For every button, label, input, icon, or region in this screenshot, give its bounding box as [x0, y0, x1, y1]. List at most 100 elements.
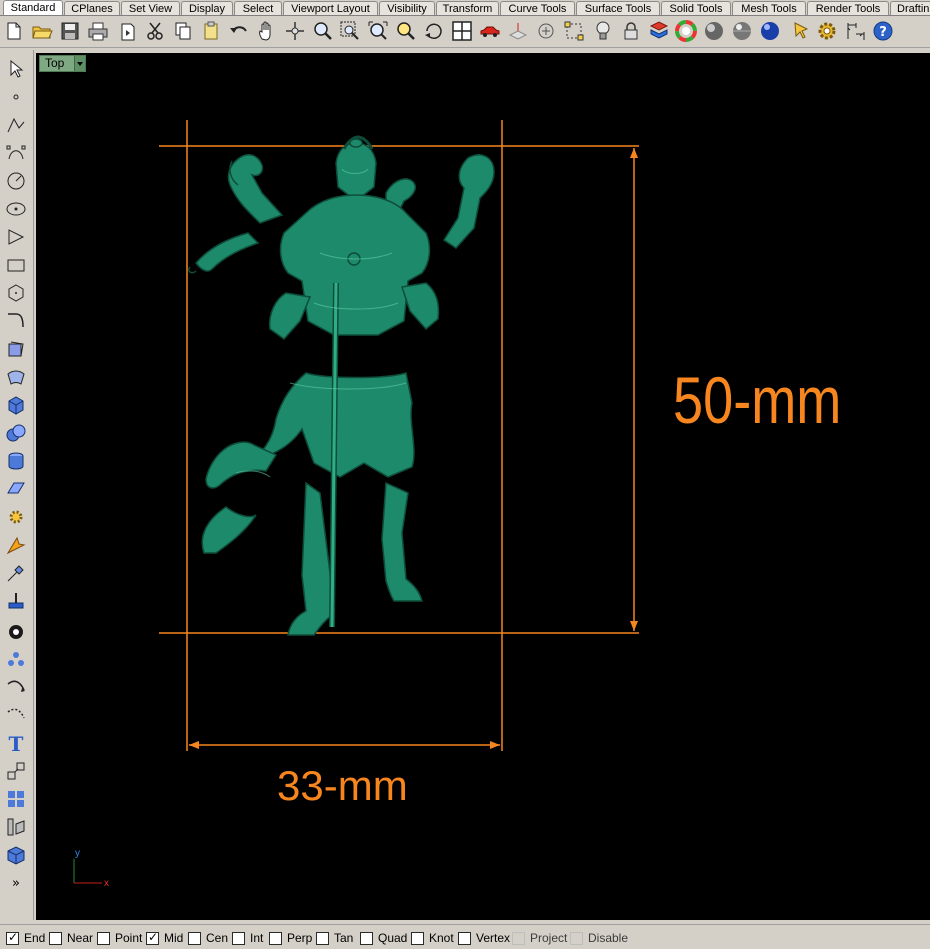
polyline-icon[interactable]: [5, 114, 27, 136]
tab-render-tools[interactable]: Render Tools: [807, 1, 889, 15]
cylinder-icon[interactable]: [5, 450, 27, 472]
snap-cen-checkbox[interactable]: [188, 932, 201, 945]
move-view-icon[interactable]: [284, 20, 306, 42]
tab-standard[interactable]: Standard: [3, 0, 63, 15]
group-icon[interactable]: [5, 676, 27, 698]
new-file-icon[interactable]: [3, 20, 25, 42]
snap-disable[interactable]: Disable: [570, 931, 630, 946]
surface-icon[interactable]: [5, 366, 27, 388]
cplane-icon[interactable]: [507, 20, 529, 42]
control-points-icon[interactable]: [5, 142, 27, 164]
snap-int[interactable]: Int: [232, 931, 266, 946]
undo-icon[interactable]: [228, 20, 250, 42]
snap-mid[interactable]: Mid: [146, 930, 184, 946]
snap-knot[interactable]: Knot: [411, 931, 454, 946]
solid-box-icon[interactable]: [5, 844, 27, 866]
tab-mesh-tools[interactable]: Mesh Tools: [732, 1, 806, 15]
select-arrow-icon[interactable]: [5, 58, 27, 80]
curve-icon[interactable]: [5, 310, 27, 332]
curve-from-objects-icon[interactable]: [5, 338, 27, 360]
open-file-icon[interactable]: [31, 20, 53, 42]
arc-icon[interactable]: [5, 226, 27, 248]
box-icon[interactable]: [5, 394, 27, 416]
tab-viewport-layout[interactable]: Viewport Layout: [283, 1, 378, 15]
snap-point-checkbox[interactable]: [97, 932, 110, 945]
snap-int-checkbox[interactable]: [232, 932, 245, 945]
polygon-icon[interactable]: [5, 282, 27, 304]
zoom-selected-icon[interactable]: [395, 20, 417, 42]
tab-drafting[interactable]: Draftin: [890, 1, 930, 15]
extend-icon[interactable]: [5, 562, 27, 584]
point-icon[interactable]: [5, 86, 27, 108]
tab-display[interactable]: Display: [181, 1, 233, 15]
car-view-icon[interactable]: [479, 20, 501, 42]
rectangle-icon[interactable]: [5, 254, 27, 276]
more-tools-icon[interactable]: »: [5, 872, 27, 894]
planar-surface-icon[interactable]: [5, 478, 27, 500]
rotate-view-icon[interactable]: [423, 20, 445, 42]
named-positions-icon[interactable]: [563, 20, 585, 42]
help-icon[interactable]: ?: [872, 20, 894, 42]
pointer-options-icon[interactable]: [791, 20, 813, 42]
four-viewports-icon[interactable]: [451, 20, 473, 42]
zoom-extents-icon[interactable]: [367, 20, 389, 42]
ellipse-icon[interactable]: [5, 198, 27, 220]
layer-icon[interactable]: [648, 20, 670, 42]
light-bulb-icon[interactable]: [592, 20, 614, 42]
print-icon[interactable]: [87, 20, 109, 42]
snap-vertex-checkbox[interactable]: [458, 932, 471, 945]
settings-gear-icon[interactable]: [816, 20, 838, 42]
text-icon[interactable]: T: [5, 732, 27, 754]
tab-surface-tools[interactable]: Surface Tools: [576, 1, 660, 15]
top-viewport[interactable]: Top y x 33-mm 50-mm: [36, 53, 930, 920]
snap-mid-checkbox[interactable]: [146, 930, 159, 945]
copy-icon[interactable]: [172, 20, 194, 42]
material-sphere-icon[interactable]: [759, 20, 781, 42]
snap-tan[interactable]: Tan: [316, 931, 356, 946]
tab-curve-tools[interactable]: Curve Tools: [500, 1, 575, 15]
snap-project-checkbox[interactable]: [512, 932, 525, 945]
snap-near-checkbox[interactable]: [49, 932, 62, 945]
zoom-window-icon[interactable]: [339, 20, 361, 42]
snap-perp-checkbox[interactable]: [269, 932, 282, 945]
render-sphere-icon[interactable]: [731, 20, 753, 42]
import-icon[interactable]: [117, 20, 139, 42]
dimension-icon[interactable]: [845, 20, 867, 42]
shaded-sphere-icon[interactable]: [703, 20, 725, 42]
transform-icon[interactable]: [5, 788, 27, 810]
zoom-icon[interactable]: [312, 20, 334, 42]
circle-icon[interactable]: [5, 170, 27, 192]
array-icon[interactable]: [5, 704, 27, 726]
snap-knot-checkbox[interactable]: [411, 932, 424, 945]
snap-quad[interactable]: Quad: [360, 931, 407, 946]
pan-hand-icon[interactable]: [256, 20, 278, 42]
split-icon[interactable]: [5, 620, 27, 642]
tab-solid-tools[interactable]: Solid Tools: [661, 1, 731, 15]
snap-disable-checkbox[interactable]: [570, 932, 583, 945]
tab-set-view[interactable]: Set View: [121, 1, 180, 15]
snap-cen[interactable]: Cen: [188, 931, 228, 946]
snap-point[interactable]: Point: [97, 931, 142, 946]
relief-figure-model[interactable]: [187, 135, 495, 636]
cut-icon[interactable]: [144, 20, 166, 42]
tab-select[interactable]: Select: [234, 1, 282, 15]
tab-visibility[interactable]: Visibility: [379, 1, 435, 15]
snap-quad-checkbox[interactable]: [360, 932, 373, 945]
explode-icon[interactable]: [5, 506, 27, 528]
layer-box-icon[interactable]: [5, 816, 27, 838]
tab-cplanes[interactable]: CPlanes: [64, 1, 120, 15]
scale-icon[interactable]: [5, 760, 27, 782]
join-icon[interactable]: [5, 648, 27, 670]
snap-perp[interactable]: Perp: [269, 931, 312, 946]
paste-icon[interactable]: [200, 20, 222, 42]
save-icon[interactable]: [59, 20, 81, 42]
tab-transform[interactable]: Transform: [436, 1, 499, 15]
snap-vertex[interactable]: Vertex: [458, 931, 510, 946]
sphere-icon[interactable]: [5, 422, 27, 444]
snap-end[interactable]: End: [6, 930, 46, 946]
trim-icon[interactable]: [5, 590, 27, 612]
snap-tan-checkbox[interactable]: [316, 932, 329, 945]
snap-project[interactable]: Project: [512, 931, 568, 946]
object-snap-props-icon[interactable]: [535, 20, 557, 42]
lock-icon[interactable]: [620, 20, 642, 42]
